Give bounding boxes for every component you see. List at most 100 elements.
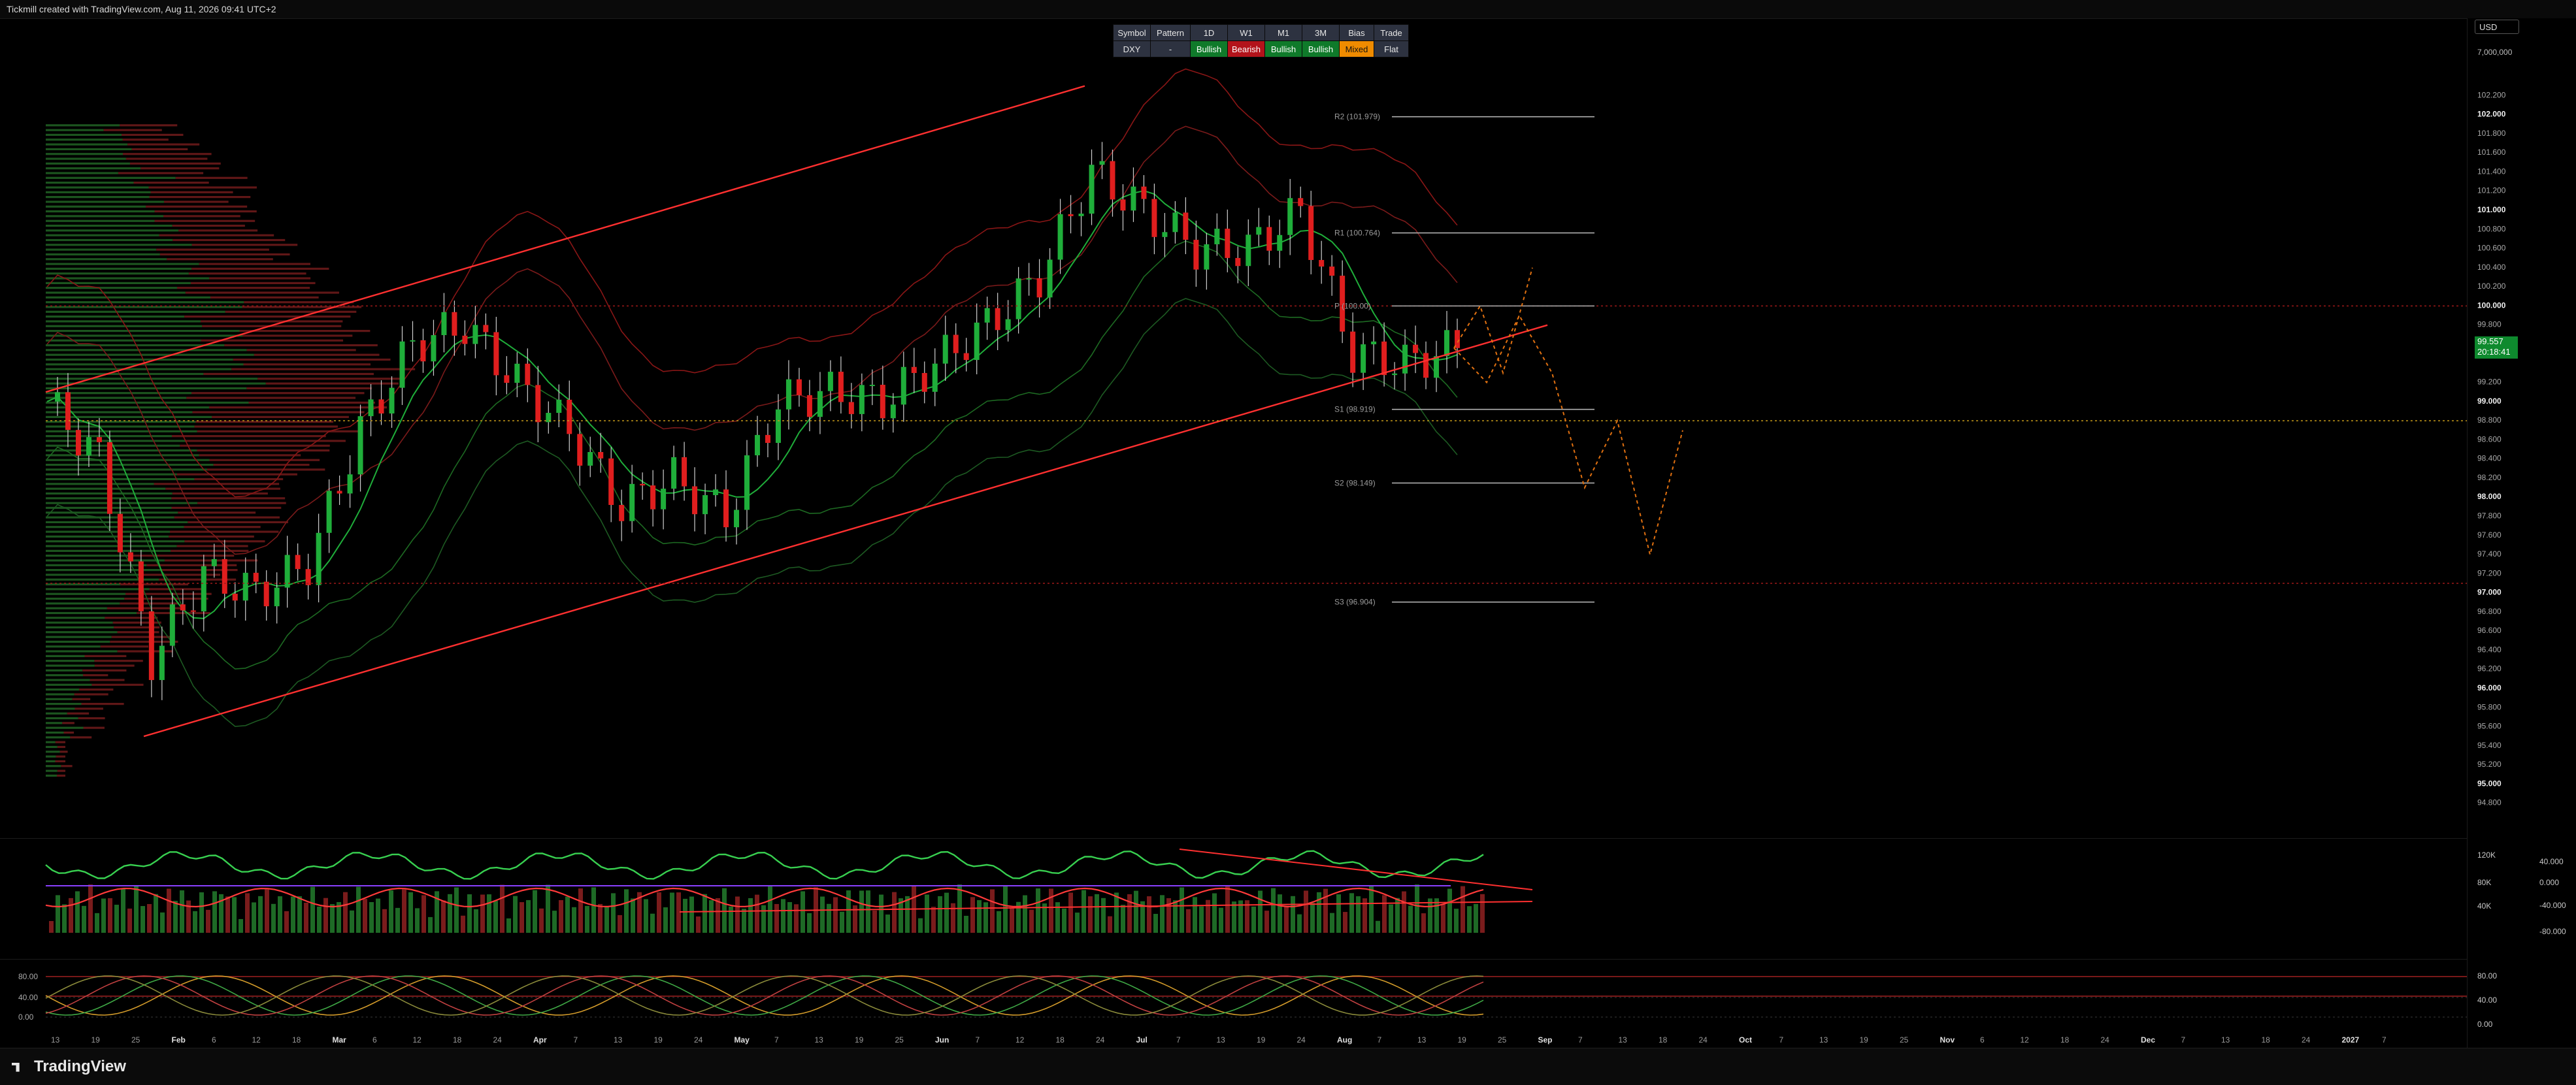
candle-up bbox=[629, 483, 635, 521]
currency-selector[interactable]: USD bbox=[2475, 20, 2519, 34]
price-axis[interactable]: 7,000,000 102.200 102.000 101.800 101.600 101… bbox=[2467, 18, 2576, 1050]
profile-bar-up bbox=[46, 760, 56, 763]
candle-up bbox=[702, 494, 708, 515]
time-tick: 12 bbox=[252, 1035, 261, 1045]
candle-up bbox=[159, 645, 165, 681]
profile-bar-down bbox=[180, 444, 330, 447]
profile-bar-up bbox=[46, 124, 120, 127]
price-chart[interactable]: R2 (101.979) R1 (100.764) P (100.00) S1 (98… bbox=[0, 19, 2467, 839]
volume-bar bbox=[1075, 913, 1080, 933]
candle-up bbox=[556, 399, 562, 413]
profile-bar-up bbox=[46, 588, 150, 591]
profile-bar-up bbox=[46, 626, 114, 629]
profile-bar-down bbox=[188, 272, 306, 275]
price-tick: 97.800 bbox=[2477, 511, 2502, 520]
time-tick: 24 bbox=[1297, 1035, 1306, 1045]
profile-bar-up bbox=[46, 205, 146, 208]
time-tick: 25 bbox=[1498, 1035, 1507, 1045]
profile-bar-up bbox=[46, 611, 137, 615]
profile-bar-down bbox=[178, 229, 258, 232]
profile-bar-up bbox=[46, 559, 165, 562]
candle-up bbox=[869, 385, 875, 387]
time-tick: 13 bbox=[1819, 1035, 1828, 1045]
volume-bar bbox=[140, 906, 145, 933]
profile-bar-up bbox=[46, 157, 126, 160]
profile-bar-down bbox=[175, 176, 248, 179]
volume-bar bbox=[872, 910, 877, 933]
volume-bar bbox=[1186, 909, 1191, 933]
time-tick: Dec bbox=[2141, 1035, 2155, 1045]
price-tick: 94.800 bbox=[2477, 798, 2502, 807]
candle-up bbox=[1026, 278, 1032, 280]
volume-bar bbox=[108, 898, 112, 933]
volume-bar bbox=[774, 903, 779, 933]
volume-bar bbox=[1258, 890, 1263, 933]
volume-bar bbox=[990, 889, 995, 933]
time-tick: 7 bbox=[976, 1035, 980, 1045]
volume-bar bbox=[127, 908, 132, 933]
candle-up bbox=[284, 555, 290, 588]
profile-bar-down bbox=[191, 267, 329, 270]
profile-bar-up bbox=[46, 650, 118, 653]
candle-down bbox=[253, 572, 259, 582]
profile-bar-up bbox=[46, 248, 157, 251]
oscillator-pane[interactable] bbox=[0, 838, 2467, 937]
profile-bar-down bbox=[146, 205, 248, 208]
profile-bar-down bbox=[265, 382, 399, 385]
time-tick: 12 bbox=[413, 1035, 422, 1045]
candle-up bbox=[984, 308, 990, 323]
volume-bar bbox=[343, 892, 348, 933]
osc-tick-right: -40.000 bbox=[2539, 901, 2566, 910]
profile-bar-up bbox=[46, 592, 125, 595]
price-tick: 101.200 bbox=[2477, 186, 2506, 195]
profile-bar-up bbox=[46, 148, 132, 151]
volume-bar bbox=[480, 894, 485, 933]
candle-up bbox=[347, 474, 353, 494]
profile-bar-up bbox=[46, 430, 197, 432]
profile-bar-up bbox=[46, 224, 173, 227]
volume-bar bbox=[716, 898, 720, 933]
stochastic-pane[interactable]: 80.00 40.00 0.00 bbox=[0, 959, 2467, 1031]
volume-bar bbox=[154, 894, 158, 933]
candle-down bbox=[1068, 214, 1074, 216]
volume-bar bbox=[997, 911, 1001, 933]
candle-down bbox=[1235, 257, 1241, 267]
time-axis[interactable]: 13 19 25 Feb 6 12 18 Mar 6 12 18 24 Apr 7 13 19 24 May 7 13… bbox=[0, 1031, 2467, 1048]
candle-up bbox=[1204, 244, 1210, 270]
candle-down bbox=[1329, 267, 1335, 276]
profile-bar-up bbox=[46, 253, 160, 256]
volume-bar bbox=[330, 904, 335, 933]
profile-bar-up bbox=[46, 310, 225, 313]
volume-bar bbox=[382, 909, 387, 933]
profile-bar-down bbox=[159, 234, 274, 236]
volume-bar bbox=[415, 908, 420, 933]
time-tick: 13 bbox=[1619, 1035, 1628, 1045]
candle-down bbox=[1308, 206, 1314, 261]
value-1d: Bullish bbox=[1190, 40, 1228, 57]
profile-bar-down bbox=[244, 301, 354, 304]
osc-tick-left: 120K bbox=[2477, 850, 2496, 860]
candle-down bbox=[1141, 186, 1147, 199]
volume-bar bbox=[297, 896, 302, 933]
stochastic-chart[interactable]: 80.00 40.00 0.00 bbox=[0, 960, 2467, 1031]
profile-bar-up bbox=[46, 287, 177, 289]
profile-bar-down bbox=[79, 688, 114, 691]
profile-bar-down bbox=[159, 253, 290, 256]
candle-up bbox=[671, 457, 677, 489]
profile-bar-down bbox=[206, 468, 325, 471]
volume-bar bbox=[559, 899, 563, 933]
volume-bar bbox=[1474, 903, 1478, 933]
price-pane[interactable]: R2 (101.979) R1 (100.764) P (100.00) S1 (98… bbox=[0, 18, 2467, 839]
volume-bar bbox=[1343, 912, 1347, 933]
profile-bar-up bbox=[46, 401, 249, 404]
profile-bar-up bbox=[46, 655, 85, 657]
profile-bar-up bbox=[46, 301, 244, 304]
value-pattern: - bbox=[1150, 40, 1191, 57]
candle-down bbox=[96, 437, 102, 442]
oscillator-chart[interactable] bbox=[0, 839, 2467, 937]
volume-bar bbox=[983, 902, 988, 933]
profile-bar-up bbox=[46, 530, 170, 533]
volume-bar bbox=[1271, 888, 1276, 933]
profile-bar-up bbox=[46, 736, 71, 739]
profile-bar-down bbox=[171, 506, 282, 510]
